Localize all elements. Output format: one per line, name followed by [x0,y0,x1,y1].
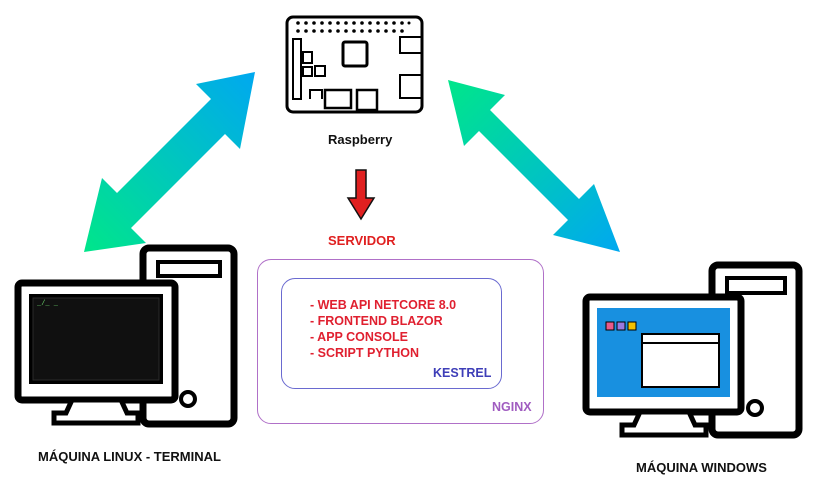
terminal-prompt: _/_ _ [37,300,59,308]
linux-machine-label: MÁQUINA LINUX - TERMINAL [38,449,221,464]
linux-raspberry-arrow [84,72,255,252]
service-item: - APP CONSOLE [310,330,408,344]
raspberry-label: Raspberry [328,132,393,147]
windows-machine-label: MÁQUINA WINDOWS [636,460,767,475]
services-list: - WEB API NETCORE 8.0 - FRONTEND BLAZOR … [310,297,456,361]
kestrel-label: KESTREL [433,366,492,380]
linux-computer-icon [14,244,238,428]
nginx-label: NGINX [492,400,532,414]
service-item: - SCRIPT PYTHON [310,346,420,360]
raspberry-windows-arrow [448,80,620,252]
server-title: SERVIDOR [328,233,396,248]
windows-computer-icon [582,261,803,439]
service-item: - FRONTEND BLAZOR [310,314,443,328]
down-arrow-icon [346,169,376,221]
service-item: - WEB API NETCORE 8.0 [310,298,457,312]
